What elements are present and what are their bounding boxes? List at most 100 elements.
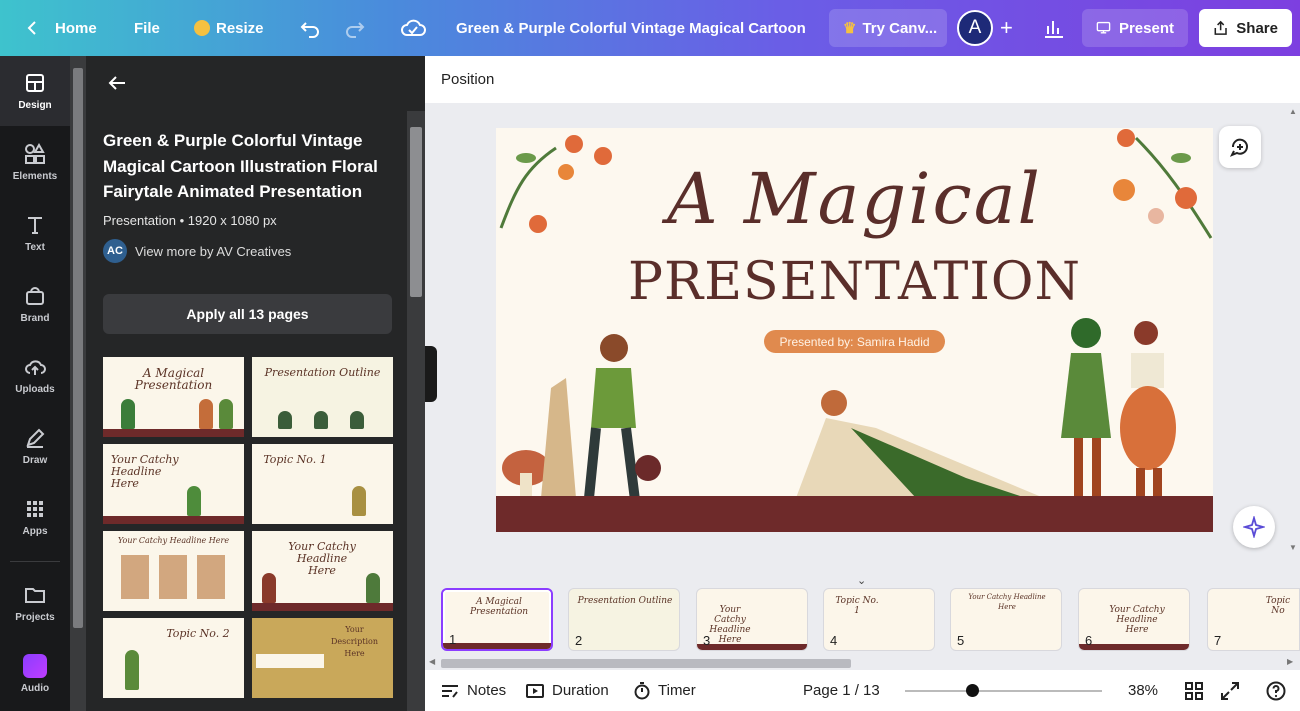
thumbnail-title: A Magical Presentation: [134, 366, 213, 392]
thumbnail-title: Your Description Here: [331, 625, 378, 658]
undo-icon: [300, 22, 319, 38]
position-button[interactable]: Position: [441, 71, 494, 88]
character-figure: [262, 573, 276, 603]
page-number: 4: [830, 633, 838, 648]
document-title[interactable]: Green & Purple Colorful Vintage Magical …: [456, 0, 806, 56]
slide-canvas[interactable]: A Magical PRESENTATION Presented by: Sam…: [496, 128, 1213, 532]
timer-button[interactable]: Timer: [634, 670, 696, 711]
text-icon: [28, 216, 42, 234]
rail-item-text[interactable]: Text: [0, 198, 70, 268]
template-meta: Presentation • 1920 x 1080 px: [103, 213, 277, 228]
scroll-up-icon[interactable]: ▲: [1289, 107, 1297, 116]
present-button[interactable]: Present: [1082, 9, 1188, 47]
apply-all-pages-button[interactable]: Apply all 13 pages: [103, 294, 392, 334]
rail-item-audio[interactable]: Audio: [0, 639, 70, 709]
page-thumbnail[interactable]: Your Catchy Headline Here: [103, 444, 244, 524]
panel-scrollbar-right[interactable]: [407, 111, 425, 711]
rail-item-elements[interactable]: Elements: [0, 127, 70, 197]
top-bar: Home File Resize Green & Purple Colorful…: [0, 0, 1300, 56]
thumbnail-title: Topic No. 1: [263, 453, 327, 466]
page-thumbnail[interactable]: Your Catchy Headline Here: [252, 531, 393, 611]
page-thumbnail[interactable]: Presentation Outline: [252, 357, 393, 437]
scroll-left-icon[interactable]: ◀: [429, 657, 435, 666]
page-number: 7: [1214, 633, 1222, 648]
filmstrip-page-title: Topic No. 1: [835, 596, 879, 616]
page-thumbnail[interactable]: Topic No. 2: [103, 618, 244, 698]
undo-button[interactable]: [299, 0, 321, 56]
filmstrip-page[interactable]: Topic No. 1 4: [823, 588, 935, 651]
filmstrip-page[interactable]: Your Catchy Headline Here 5: [950, 588, 1062, 651]
notes-button[interactable]: Notes: [441, 670, 506, 711]
character-figure: [121, 399, 135, 429]
account-avatar[interactable]: A: [957, 0, 993, 56]
page-number: 3: [703, 633, 711, 648]
design-icon: [26, 73, 44, 92]
rail-item-design[interactable]: Design: [0, 56, 70, 126]
brand-icon: [26, 286, 44, 305]
page-thumbnail[interactable]: Topic No. 1: [252, 444, 393, 524]
cloud-save-status[interactable]: [400, 0, 426, 56]
rail-item-uploads[interactable]: Uploads: [0, 340, 70, 410]
filmstrip-page-title: A Magical Presentation: [469, 597, 529, 617]
fullscreen-button[interactable]: [1221, 670, 1247, 711]
zoom-level[interactable]: 38%: [1128, 670, 1158, 711]
panel-collapse-handle[interactable]: [425, 346, 437, 402]
resize-button[interactable]: Resize: [194, 0, 264, 56]
apps-grid-icon: [27, 500, 43, 517]
filmstrip-page-title: Topic No: [1265, 596, 1291, 616]
rail-item-draw[interactable]: Draw: [0, 411, 70, 481]
panel-scrollbar-left[interactable]: [70, 56, 86, 711]
template-title: Green & Purple Colorful Vintage Magical …: [103, 131, 378, 201]
chevron-down-icon[interactable]: ⌄: [857, 574, 866, 587]
ground-band: [1079, 644, 1189, 650]
filmstrip-page[interactable]: Topic No 7: [1207, 588, 1300, 651]
notes-label: Notes: [467, 682, 507, 699]
scroll-down-icon[interactable]: ▼: [1289, 543, 1297, 552]
grid-view-button[interactable]: [1185, 670, 1211, 711]
back-arrow-icon[interactable]: [106, 72, 128, 94]
file-menu[interactable]: File: [134, 0, 160, 56]
character-figure: [314, 411, 328, 429]
redo-button[interactable]: [344, 0, 366, 56]
help-button[interactable]: [1266, 670, 1294, 711]
share-icon: [1214, 20, 1227, 35]
slide-title-main[interactable]: PRESENTATION: [496, 252, 1213, 312]
home-button[interactable]: Home: [25, 0, 97, 56]
scroll-thumb[interactable]: [441, 659, 851, 668]
canvas-scrollbar-vertical[interactable]: ▲ ▼: [1286, 103, 1300, 563]
folder-icon: [25, 587, 45, 603]
page-thumbnail[interactable]: Your Description Here: [252, 618, 393, 698]
filmstrip-page[interactable]: A Magical Presentation 1: [441, 588, 553, 651]
try-canva-pro-button[interactable]: ♛ Try Canv...: [829, 9, 947, 47]
analytics-button[interactable]: [1043, 0, 1065, 56]
comment-plus-icon: [1229, 138, 1248, 157]
zoom-slider-handle[interactable]: [966, 684, 979, 697]
rail-label-brand: Brand: [20, 312, 50, 324]
rail-item-apps[interactable]: Apps: [0, 482, 70, 552]
rail-item-projects[interactable]: Projects: [0, 568, 70, 638]
rail-item-brand[interactable]: Brand: [0, 269, 70, 339]
add-collaborator-button[interactable]: +: [1000, 0, 1013, 56]
filmstrip-page[interactable]: Your Catchy Headline Here 3: [696, 588, 808, 651]
page-thumbnail[interactable]: Your Catchy Headline Here: [103, 531, 244, 611]
filmstrip-page[interactable]: Presentation Outline 2: [568, 588, 680, 651]
template-author-link[interactable]: AC View more by AV Creatives: [103, 239, 291, 263]
duration-button[interactable]: Duration: [526, 670, 609, 711]
scroll-right-icon[interactable]: ▶: [1287, 657, 1293, 666]
audio-icon: [23, 654, 47, 678]
share-button[interactable]: Share: [1199, 9, 1292, 47]
scroll-thumb[interactable]: [410, 127, 422, 297]
magic-assistant-button[interactable]: [1233, 506, 1275, 548]
filmstrip-page[interactable]: Your Catchy Headline Here 6: [1078, 588, 1190, 651]
present-label: Present: [1118, 19, 1174, 37]
zoom-slider-track[interactable]: [905, 690, 1102, 692]
page-thumbnail[interactable]: A Magical Presentation: [103, 357, 244, 437]
add-comment-button[interactable]: [1219, 126, 1261, 168]
scroll-thumb[interactable]: [73, 68, 83, 628]
filmstrip-scrollbar[interactable]: ◀ ▶: [425, 656, 1300, 670]
redo-icon: [346, 22, 365, 38]
page-filmstrip: ⌄ A Magical Presentation 1 Presentation …: [425, 574, 1300, 654]
slide-title-script[interactable]: A Magical: [496, 158, 1213, 240]
page-indicator[interactable]: Page 1 / 13: [803, 670, 880, 711]
rail-label-elements: Elements: [12, 170, 58, 182]
